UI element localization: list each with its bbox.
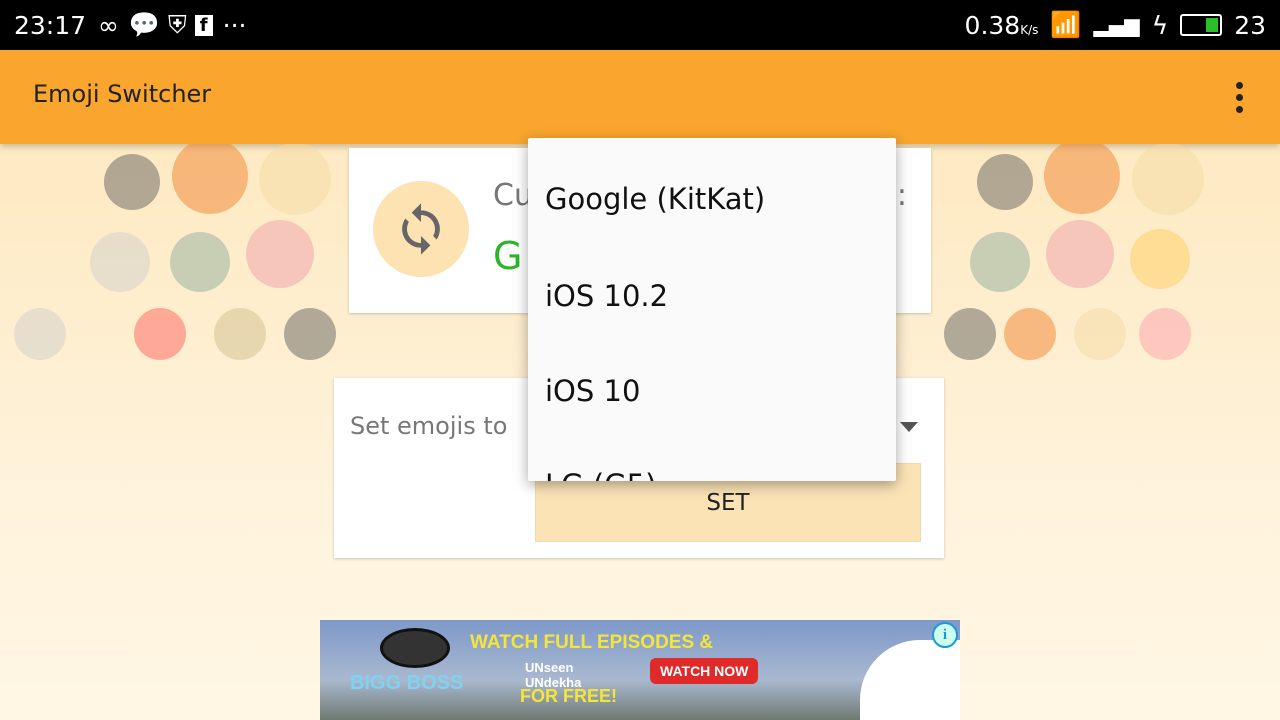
dropdown-option[interactable]: LG (G5) (545, 468, 656, 481)
emoji-style-dropdown-menu: Google (KitKat) iOS 10.2 iOS 10 LG (G5) (528, 138, 896, 481)
shield-icon: ⛨ (168, 10, 187, 39)
set-emojis-label: Set emojis to (350, 412, 508, 440)
bigg-boss-eye-logo (380, 628, 450, 668)
dropdown-option[interactable]: iOS 10 (545, 374, 640, 408)
dropdown-arrow-icon[interactable] (900, 422, 918, 432)
chat-icon: 💬 (128, 10, 161, 39)
clock: 23:17 (14, 10, 87, 40)
app-title: Emoji Switcher (33, 80, 212, 108)
overflow-menu-icon[interactable] (1236, 82, 1244, 118)
dropdown-option[interactable]: iOS 10.2 (545, 279, 668, 313)
facebook-icon: f (194, 14, 213, 36)
status-bar: 23:17 ∞ 💬 ⛨ f ··· 0.38K/s 📶 ▂▄▆ ϟ 23 (0, 0, 1280, 50)
current-emoji-label: Cu (493, 178, 533, 213)
current-emoji-value: G (493, 234, 523, 278)
voot-logo (860, 640, 960, 720)
signal-icon: ▂▄▆ (1093, 13, 1140, 37)
refresh-icon (402, 203, 440, 255)
ad-info-icon[interactable]: i (932, 622, 958, 648)
ad-banner[interactable]: BIGG BOSS WATCH FULL EPISODES & UNseen U… (320, 620, 960, 720)
battery-icon (1180, 14, 1223, 36)
more-icon: ··· (222, 10, 247, 40)
dropdown-option[interactable]: Google (KitKat) (545, 182, 765, 216)
refresh-button[interactable] (373, 181, 469, 277)
network-speed: 0.38 (964, 10, 1021, 40)
battery-level: 23 (1234, 10, 1266, 40)
wifi-icon: 📶 (1050, 10, 1082, 39)
infinity-icon: ∞ (98, 10, 119, 40)
watch-now-button[interactable]: WATCH NOW (650, 658, 759, 684)
charging-icon: ϟ (1151, 10, 1169, 40)
app-bar: Emoji Switcher (0, 50, 1280, 144)
